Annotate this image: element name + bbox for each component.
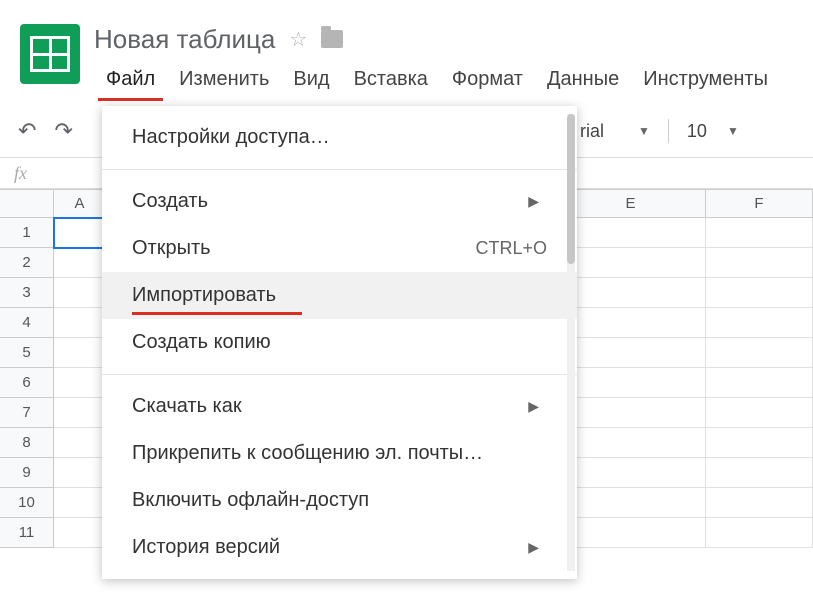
cell-E4[interactable] [556, 308, 706, 338]
cell-A4[interactable] [54, 308, 106, 338]
row-header-1[interactable]: 1 [0, 218, 54, 248]
undo-button[interactable]: ↶ [18, 118, 36, 144]
file-menu-dropdown: Настройки доступа… Создать ▶ Открыть CTRL+O И… [102, 106, 577, 579]
cell-A7[interactable] [54, 398, 106, 428]
cell-F4[interactable] [706, 308, 813, 338]
row-header-6[interactable]: 6 [0, 368, 54, 398]
menu-item-label: Скачать как [132, 395, 242, 418]
divider [668, 119, 669, 143]
cell-F7[interactable] [706, 398, 813, 428]
cell-F1[interactable] [706, 218, 813, 248]
menu-item-label: Создать [132, 190, 208, 213]
cell-A11[interactable] [54, 518, 106, 548]
chevron-down-icon: ▼ [638, 124, 650, 138]
menubar: ФайлИзменитьВидВставкаФорматДанныеИнстру… [94, 64, 813, 97]
row-header-8[interactable]: 8 [0, 428, 54, 458]
cell-F5[interactable] [706, 338, 813, 368]
file-menu-item[interactable]: Включить офлайн-доступ [102, 477, 577, 524]
menu-item-label: История версий [132, 536, 280, 559]
cell-E2[interactable] [556, 248, 706, 278]
redo-button[interactable]: ↷ [54, 118, 72, 144]
cell-A6[interactable] [54, 368, 106, 398]
cell-F3[interactable] [706, 278, 813, 308]
menu-изменить[interactable]: Изменить [167, 64, 281, 97]
doc-title[interactable]: Новая таблица [94, 24, 275, 55]
file-menu-item[interactable]: Настройки доступа… [102, 114, 577, 161]
fx-label: fx [14, 163, 27, 184]
select-all-corner[interactable] [0, 190, 54, 218]
cell-F9[interactable] [706, 458, 813, 488]
cell-E7[interactable] [556, 398, 706, 428]
cell-E10[interactable] [556, 488, 706, 518]
font-size-select[interactable]: 10 [687, 121, 707, 142]
row-header-2[interactable]: 2 [0, 248, 54, 278]
font-family-select[interactable]: rial [580, 121, 604, 142]
menu-формат[interactable]: Формат [440, 64, 535, 97]
row-header-9[interactable]: 9 [0, 458, 54, 488]
menu-данные[interactable]: Данные [535, 64, 631, 97]
file-menu-item[interactable]: Импортировать [102, 272, 577, 319]
column-header-F[interactable]: F [706, 190, 813, 218]
file-menu-item[interactable]: История версий ▶ [102, 524, 577, 571]
cell-A2[interactable] [54, 248, 106, 278]
cell-E11[interactable] [556, 518, 706, 548]
menu-вид[interactable]: Вид [281, 64, 341, 97]
chevron-down-icon: ▼ [727, 124, 739, 138]
row-header-4[interactable]: 4 [0, 308, 54, 338]
submenu-arrow-icon: ▶ [528, 398, 547, 415]
submenu-arrow-icon: ▶ [528, 193, 547, 210]
submenu-arrow-icon: ▶ [528, 539, 547, 556]
menu-item-label: Открыть [132, 237, 211, 260]
menu-item-label: Прикрепить к сообщению эл. почты… [132, 442, 483, 465]
row-header-11[interactable]: 11 [0, 518, 54, 548]
file-menu-item[interactable]: Открыть CTRL+O [102, 225, 577, 272]
sheets-logo-icon [20, 24, 80, 84]
menu-item-label: Включить офлайн-доступ [132, 489, 369, 512]
cell-A3[interactable] [54, 278, 106, 308]
column-header-A[interactable]: A [54, 190, 106, 218]
column-header-E[interactable]: E [556, 190, 706, 218]
file-menu-item[interactable]: Создать копию [102, 319, 577, 366]
cell-A10[interactable] [54, 488, 106, 518]
row-header-10[interactable]: 10 [0, 488, 54, 518]
menu-файл[interactable]: Файл [94, 64, 167, 97]
menu-separator [102, 374, 577, 375]
star-icon[interactable]: ☆ [289, 27, 307, 52]
cell-F11[interactable] [706, 518, 813, 548]
cell-E3[interactable] [556, 278, 706, 308]
file-menu-item[interactable]: Скачать как ▶ [102, 383, 577, 430]
cell-F8[interactable] [706, 428, 813, 458]
file-menu-item[interactable]: Прикрепить к сообщению эл. почты… [102, 430, 577, 477]
cell-E1[interactable] [556, 218, 706, 248]
row-header-5[interactable]: 5 [0, 338, 54, 368]
cell-E6[interactable] [556, 368, 706, 398]
cell-A1[interactable] [54, 218, 106, 248]
file-menu-item[interactable]: Создать ▶ [102, 178, 577, 225]
cell-F2[interactable] [706, 248, 813, 278]
menu-item-label: Настройки доступа… [132, 126, 330, 149]
menu-инструменты[interactable]: Инструменты [631, 64, 780, 97]
cell-F10[interactable] [706, 488, 813, 518]
row-header-3[interactable]: 3 [0, 278, 54, 308]
cell-A9[interactable] [54, 458, 106, 488]
cell-A8[interactable] [54, 428, 106, 458]
menu-separator [102, 169, 577, 170]
folder-icon[interactable] [321, 30, 343, 48]
menu-item-label: Создать копию [132, 331, 271, 354]
cell-F6[interactable] [706, 368, 813, 398]
menu-вставка[interactable]: Вставка [342, 64, 440, 97]
menu-item-label: Импортировать [132, 284, 276, 307]
cell-E8[interactable] [556, 428, 706, 458]
row-header-7[interactable]: 7 [0, 398, 54, 428]
cell-E9[interactable] [556, 458, 706, 488]
menu-shortcut: CTRL+O [475, 238, 547, 259]
cell-A5[interactable] [54, 338, 106, 368]
cell-E5[interactable] [556, 338, 706, 368]
